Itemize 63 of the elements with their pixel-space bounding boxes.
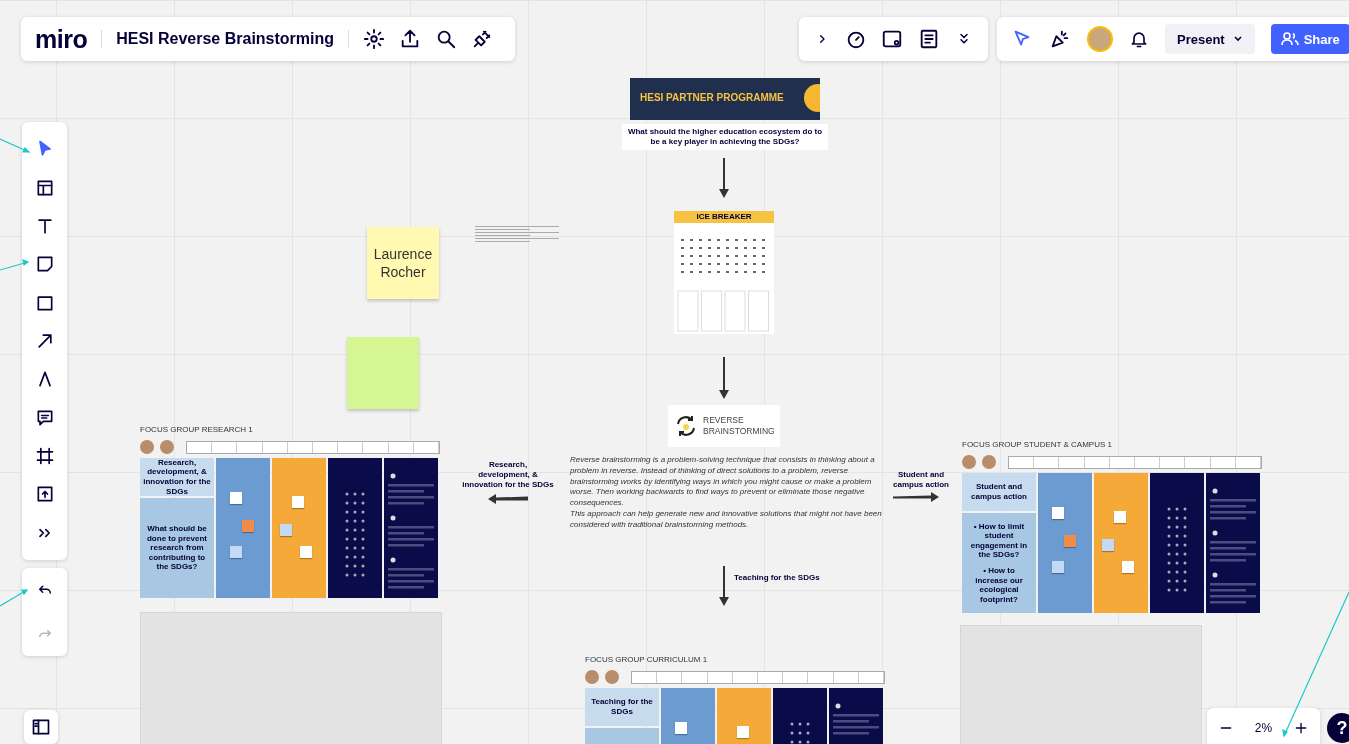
group-title: FOCUS GROUP STUDENT & CAMPUS 1	[962, 440, 1113, 451]
sticky-note	[242, 520, 254, 532]
help-button[interactable]: ?	[1327, 713, 1349, 743]
confetti-icon[interactable]	[1049, 28, 1071, 50]
sticky-note	[1064, 535, 1076, 547]
avatar	[140, 440, 154, 454]
sticky-note	[675, 722, 687, 734]
dot-grid-drawing	[790, 722, 810, 744]
card-title: REVERSE BRAINSTORMING	[703, 414, 775, 438]
avatar	[160, 440, 174, 454]
sticky-note: Laurence Rocher	[367, 227, 439, 299]
sticky-note	[280, 524, 292, 536]
frame-icon[interactable]	[34, 446, 55, 467]
arrow-left	[488, 494, 528, 504]
sticky-note	[1052, 561, 1064, 573]
arrow-label: Student and campus action	[892, 470, 950, 490]
zoom-level[interactable]: 2%	[1254, 721, 1273, 735]
cursor-line	[0, 589, 29, 607]
sticky-note	[230, 492, 242, 504]
programme-banner: HESI PARTNER PROGRAMME	[630, 78, 820, 120]
sidebar-panel-icon[interactable]	[31, 717, 51, 737]
arrow-down	[719, 158, 729, 198]
key-question: What should the higher education ecosystem do to be a key player in achieving the SDGs?	[622, 124, 828, 150]
avatar	[585, 670, 599, 684]
cursor-line	[0, 138, 31, 153]
challenge-card: Student and campus action	[962, 473, 1036, 511]
sticky-note	[1102, 539, 1114, 551]
sticky-note	[230, 546, 242, 558]
sticky-note	[1052, 507, 1064, 519]
arrow-label: Research, development, & innovation for the SDGs	[462, 460, 554, 490]
arrow-right	[893, 492, 939, 502]
board-title[interactable]: HESI Reverse Brainstorming	[101, 30, 350, 48]
arrow-down	[719, 566, 729, 606]
description-text: Reverse brainstorming is a problem-solving technique that consists in thinking about a problem in reverse. Instead of thinking of direct solutions to a problem, reverse brainstorming works by identifying ways in which you might cause or make a problem worse. Then working backwards to find ways to prevent or eliminate those negative consequences. This approach can help generate new and innovative solutions that might not have been considered with traditional brainstorming methods.	[570, 455, 882, 531]
search-icon[interactable]	[435, 28, 458, 50]
people-icon	[1280, 32, 1299, 46]
arrow-down	[719, 357, 729, 399]
cycle-bulb-icon	[674, 414, 698, 438]
challenge-card: Teaching for the SDGs	[585, 688, 659, 726]
screen-icon[interactable]	[881, 28, 904, 50]
avatar	[605, 670, 619, 684]
sticky-note	[292, 496, 304, 508]
ice-breaker-card: ICE BREAKER	[674, 211, 774, 334]
avatar	[962, 455, 976, 469]
caret-icon[interactable]	[1232, 34, 1243, 44]
sticky-note	[1114, 511, 1126, 523]
problem-text: What should be done to prevent research from contributing to the SDGs?	[146, 524, 208, 572]
problem-text: • How to increase our ecological footprint?	[974, 566, 1024, 605]
share-button[interactable]: Share	[1270, 24, 1349, 54]
challenge-card: Research, development, & innovation for the SDGs	[140, 458, 214, 496]
bell-icon[interactable]	[1129, 29, 1149, 49]
avatar	[982, 455, 996, 469]
sticky-note	[300, 546, 312, 558]
arrow-label: Teaching for the SDGs	[734, 573, 820, 583]
group-title: FOCUS GROUP CURRICULUM 1	[585, 655, 709, 666]
settings-icon[interactable]	[363, 28, 386, 50]
sticky-note	[1122, 561, 1134, 573]
sticky-note	[737, 726, 749, 738]
logo[interactable]: miro	[35, 24, 88, 54]
cursor-line	[0, 259, 30, 271]
present-button[interactable]: Present	[1165, 24, 1255, 54]
group-title: FOCUS GROUP RESEARCH 1	[140, 425, 254, 436]
problem-text: • How to limit student engagement in the SDGs?	[969, 521, 1029, 560]
